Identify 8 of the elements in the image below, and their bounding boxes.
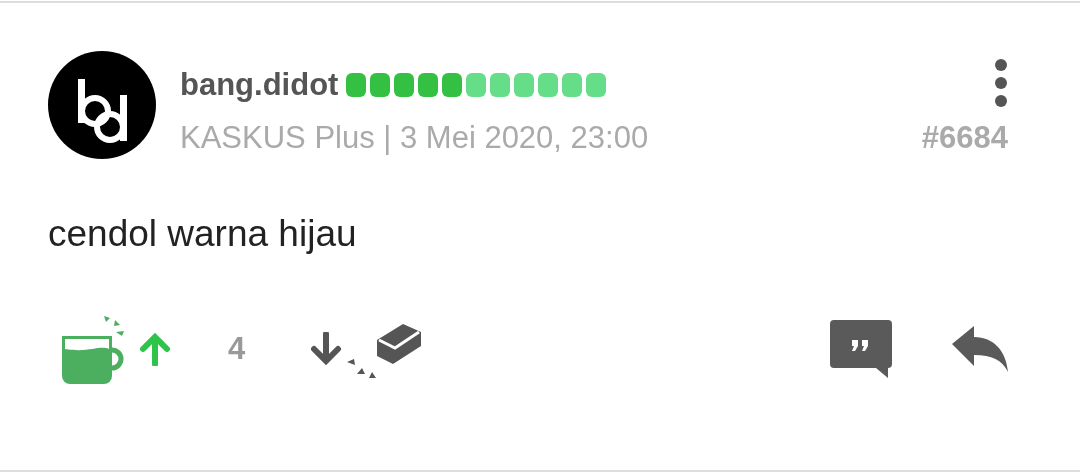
username[interactable]: bang.didot xyxy=(180,69,339,100)
post-meta: KASKUS Plus | 3 Mei 2020, 23:00 xyxy=(180,122,649,153)
reply-icon[interactable] xyxy=(952,326,1008,372)
downvote-arrow-icon[interactable] xyxy=(309,332,344,366)
post-body: cendol warna hijau xyxy=(48,215,358,252)
more-options-icon[interactable] xyxy=(994,59,1008,107)
quote-icon[interactable] xyxy=(830,318,892,380)
vote-count: 4 xyxy=(228,329,246,368)
